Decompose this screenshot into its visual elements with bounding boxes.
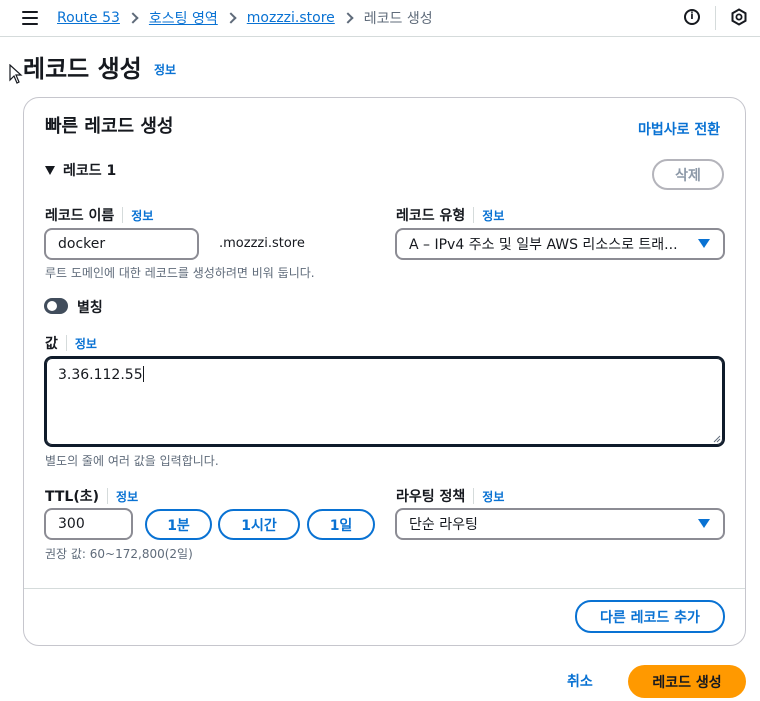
record-type-label-row: 레코드 유형 정보 [396,205,504,225]
create-records-button[interactable]: 레코드 생성 [628,665,746,698]
value-label-row: 값 정보 [45,333,97,353]
label-divider [473,207,475,223]
label-divider [473,488,475,504]
record-header-label: 레코드 1 [63,163,117,179]
ttl-1hour-button[interactable]: 1시간 [218,509,300,540]
record-type-label: 레코드 유형 [396,208,466,224]
value-info-link[interactable]: 정보 [75,335,97,352]
dropdown-arrow-icon [698,519,710,528]
record-expander[interactable]: 레코드 1 [45,160,116,180]
caret-down-icon [45,165,55,175]
routing-policy-value: 단순 라우팅 [409,517,478,533]
chevron-right-icon [225,12,237,24]
quick-create-title: 빠른 레코드 생성 [45,116,174,137]
info-circle-icon[interactable]: i [684,9,700,25]
page-info-link[interactable]: 정보 [154,61,176,78]
ttl-label-row: TTL(초) 정보 [45,486,138,506]
record-name-input[interactable]: docker [44,228,199,260]
container-divider [24,588,745,589]
value-label: 값 [45,336,58,352]
chevron-right-icon [342,12,354,24]
page-title: 레코드 생성 [23,55,142,83]
ttl-input[interactable]: 300 [44,508,133,540]
breadcrumb: Route 53 호스팅 영역 mozzzi.store 레코드 생성 [57,8,433,28]
ttl-1min-button[interactable]: 1분 [145,509,212,540]
ttl-info-link[interactable]: 정보 [116,488,138,505]
routing-info-link[interactable]: 정보 [482,488,504,505]
routing-label: 라우팅 정책 [396,489,466,505]
ttl-label: TTL(초) [45,489,100,505]
record-type-value: A – IPv4 주소 및 일부 AWS 리소스로 트래... [409,237,678,253]
menu-icon[interactable] [22,11,38,25]
dropdown-arrow-icon [698,239,710,248]
label-divider [65,335,67,351]
alias-toggle[interactable] [44,298,68,314]
routing-label-row: 라우팅 정책 정보 [396,486,504,506]
record-name-label-row: 레코드 이름 정보 [45,205,153,225]
resize-handle-icon[interactable] [713,435,721,443]
mouse-cursor-icon [9,64,23,84]
value-textarea[interactable]: 3.36.112.55 [44,356,725,447]
alias-label: 별칭 [77,300,103,316]
toolbar-divider [715,6,716,30]
text-caret [142,366,144,382]
breadcrumb-hosted-zones[interactable]: 호스팅 영역 [149,8,218,28]
chevron-right-icon [127,12,139,24]
domain-suffix: .mozzzi.store [219,236,305,251]
record-name-hint: 루트 도메인에 대한 레코드를 생성하려면 비워 둡니다. [45,266,315,280]
breadcrumb-current: 레코드 생성 [363,11,433,27]
switch-to-wizard-link[interactable]: 마법사로 전환 [638,119,720,139]
cloudshell-hex-icon[interactable] [730,8,748,26]
record-type-info-link[interactable]: 정보 [482,207,504,224]
ttl-1day-button[interactable]: 1일 [307,509,375,540]
value-text: 3.36.112.55 [58,367,143,383]
record-type-select[interactable]: A – IPv4 주소 및 일부 AWS 리소스로 트래... [395,228,725,260]
routing-policy-select[interactable]: 단순 라우팅 [395,508,725,540]
breadcrumb-zone[interactable]: mozzzi.store [247,10,335,26]
value-hint: 별도의 줄에 여러 값을 입력합니다. [45,454,219,468]
label-divider [122,207,124,223]
delete-record-button[interactable]: 삭제 [652,159,724,190]
breadcrumb-route53[interactable]: Route 53 [57,10,120,26]
ttl-hint: 권장 값: 60~172,800(2일) [45,547,193,561]
record-name-label: 레코드 이름 [45,208,115,224]
add-another-record-button[interactable]: 다른 레코드 추가 [575,600,725,633]
cancel-button[interactable]: 취소 [567,671,593,691]
toggle-knob [47,301,57,311]
record-name-info-link[interactable]: 정보 [131,207,153,224]
label-divider [107,488,109,504]
top-navigation-bar: Route 53 호스팅 영역 mozzzi.store 레코드 생성 i [0,0,760,37]
